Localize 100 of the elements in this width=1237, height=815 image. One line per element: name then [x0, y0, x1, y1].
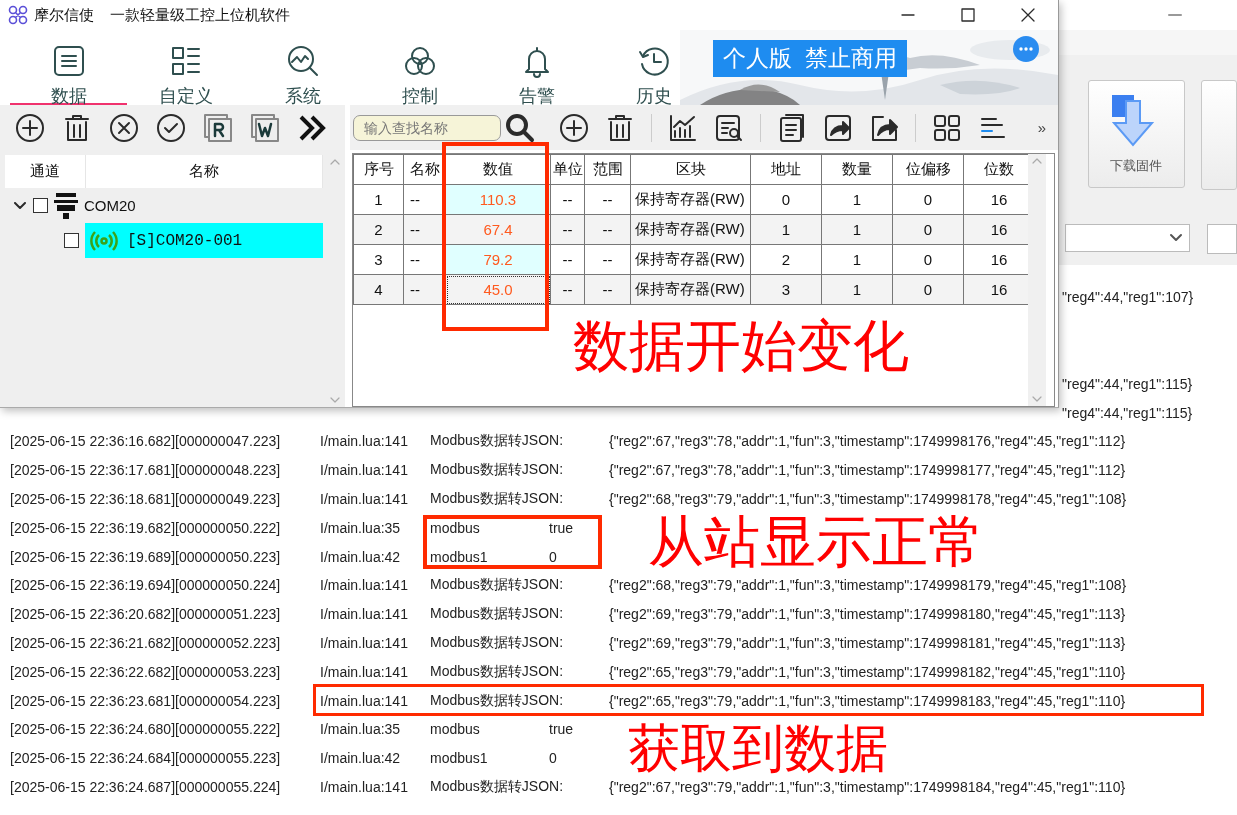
log-source: I/main.lua:141	[320, 462, 409, 479]
chart-button[interactable]	[668, 112, 698, 143]
table-cell: 0	[892, 184, 964, 215]
delete-button[interactable]	[605, 112, 635, 143]
table-cell: --	[550, 184, 585, 215]
cancel-button[interactable]	[109, 112, 139, 143]
log-timestamp: [2025-06-15 22:36:23.681][000000054.223]	[10, 692, 282, 709]
log-timestamp: [2025-06-15 22:36:24.684][000000055.223]	[10, 750, 282, 767]
add-button[interactable]	[15, 112, 45, 143]
import-button[interactable]	[823, 112, 853, 143]
dropdown-field[interactable]	[1065, 224, 1191, 252]
tree-item-label[interactable]: COM20	[84, 197, 136, 214]
input-field[interactable]	[1207, 224, 1237, 254]
scroll-up-icon	[330, 159, 340, 165]
log-timestamp: [2025-06-15 22:36:19.694][000000050.224]	[10, 577, 282, 594]
document-button[interactable]	[777, 112, 807, 143]
chevron-down-icon	[1169, 233, 1184, 243]
log-json: {"reg2":65,"reg3":79,"addr":1,"fun":3,"timestamp":1749998182,"reg4":45,"reg1":110}	[609, 663, 1126, 680]
minimize-icon	[901, 13, 915, 17]
chart-search-icon	[285, 44, 320, 78]
table-cell: 保持寄存器(RW)	[630, 274, 751, 305]
inspect-button[interactable]	[714, 112, 744, 143]
table-cell: 3	[353, 244, 404, 275]
chevron-down-icon	[14, 201, 26, 210]
log-message: modbus	[430, 519, 481, 536]
knot-icon	[402, 44, 437, 78]
table-cell: 1	[353, 184, 404, 215]
log-json: {"reg2":65,"reg3":79,"addr":1,"fun":3,"timestamp":1749998183,"reg4":45,"reg1":110}	[609, 692, 1126, 709]
overflow-button[interactable]: »	[1031, 118, 1052, 137]
log-message: modbus1	[430, 750, 489, 767]
log-timestamp: [2025-06-15 22:36:18.681][000000049.223]	[10, 490, 282, 507]
plus-circle-icon	[559, 112, 589, 143]
search-button[interactable]	[505, 112, 535, 143]
app-title: 摩尔信使	[34, 5, 94, 25]
log-json: {"reg2":67,"reg3":78,"addr":1,"fun":3,"timestamp":1749998176,"reg4":45,"reg1":112}	[609, 433, 1126, 450]
column-header: 数量	[821, 154, 893, 185]
write-button[interactable]	[250, 112, 280, 143]
log-message: Modbus数据转JSON:	[430, 576, 565, 595]
download-firmware-button[interactable]: 下载固件	[1088, 80, 1185, 188]
read-icon	[203, 112, 233, 143]
trash-icon	[62, 112, 92, 143]
nav-tab[interactable]: 告警	[478, 30, 595, 105]
document-icon	[777, 112, 807, 143]
table-cell: 保持寄存器(RW)	[630, 244, 751, 275]
log-source: I/main.lua:141	[320, 606, 409, 623]
log-timestamp: [2025-06-15 22:36:20.682][000000051.223]	[10, 606, 282, 623]
log-json: {"reg2":68,"reg3":79,"addr":1,"fun":3,"timestamp":1749998179,"reg4":45,"reg1":108}	[609, 577, 1127, 594]
table-cell: --	[584, 184, 631, 215]
serial-port-icon	[54, 191, 78, 220]
table-cell: --	[550, 244, 585, 275]
log-message: Modbus数据转JSON:	[430, 691, 565, 710]
log-source: I/main.lua:141	[320, 663, 409, 680]
nav-tab[interactable]: 系统	[244, 30, 361, 105]
checkbox[interactable]	[33, 198, 48, 213]
delete-button[interactable]	[62, 112, 92, 143]
log-message: Modbus数据转JSON:	[430, 432, 565, 451]
column-header: 范围	[584, 154, 631, 185]
bar-chart-icon	[668, 112, 698, 143]
table-cell: 0	[892, 244, 964, 275]
column-header: 数值	[445, 154, 551, 185]
import-icon	[823, 112, 853, 143]
table-cell: 1	[821, 184, 893, 215]
column-header: 位偏移	[892, 154, 964, 185]
grid-button[interactable]	[932, 112, 962, 143]
column-header: 序号	[353, 154, 404, 185]
annotation-text: 获取到数据	[628, 722, 888, 774]
log-message: Modbus数据转JSON:	[430, 777, 565, 796]
tree-column-header: 通道	[5, 155, 86, 188]
table-cell: 保持寄存器(RW)	[630, 214, 751, 245]
checkbox[interactable]	[63, 233, 79, 248]
nav-tab[interactable]: 自定义	[127, 30, 244, 105]
log-message: Modbus数据转JSON:	[430, 605, 565, 624]
log-source: I/main.lua:141	[320, 778, 409, 795]
log-json: "reg4":44,"reg1":115}	[1062, 375, 1193, 392]
confirm-button[interactable]	[156, 112, 186, 143]
document-search-icon	[714, 112, 744, 143]
log-timestamp: [2025-06-15 22:36:16.682][000000047.223]	[10, 433, 282, 450]
read-button[interactable]	[203, 112, 233, 143]
table-cell: 4	[353, 274, 404, 305]
log-source: I/main.lua:141	[320, 577, 409, 594]
log-json: "reg4":44,"reg1":115}	[1062, 404, 1193, 421]
annotation-text: 从站显示正常	[648, 514, 984, 570]
signal-icon	[89, 229, 119, 252]
log-message: Modbus数据转JSON:	[430, 662, 565, 681]
check-circle-icon	[156, 112, 186, 143]
log-json: {"reg2":67,"reg3":79,"addr":1,"fun":3,"timestamp":1749998184,"reg4":45,"reg1":110}	[609, 778, 1126, 795]
table-cell: 0	[892, 214, 964, 245]
log-json: {"reg2":68,"reg3":79,"addr":1,"fun":3,"timestamp":1749998178,"reg4":45,"reg1":108}	[609, 490, 1127, 507]
log-timestamp: [2025-06-15 22:36:24.687][000000055.224]	[10, 778, 282, 795]
nav-tab[interactable]: 控制	[361, 30, 478, 105]
log-value: 0	[549, 750, 557, 767]
search-field[interactable]: 输入查找名称	[353, 114, 501, 141]
grid-icon	[932, 112, 962, 143]
more-icon	[1018, 47, 1033, 51]
table-cell: 0	[750, 184, 822, 215]
nav-tab[interactable]: 历史	[595, 30, 712, 105]
add-button[interactable]	[559, 112, 589, 143]
log-json: {"reg2":69,"reg3":79,"addr":1,"fun":3,"timestamp":1749998181,"reg4":45,"reg1":113}	[609, 634, 1126, 651]
log-timestamp: [2025-06-15 22:36:19.682][000000050.222]	[10, 519, 282, 536]
log-timestamp: [2025-06-15 22:36:24.680][000000055.222]	[10, 721, 282, 738]
